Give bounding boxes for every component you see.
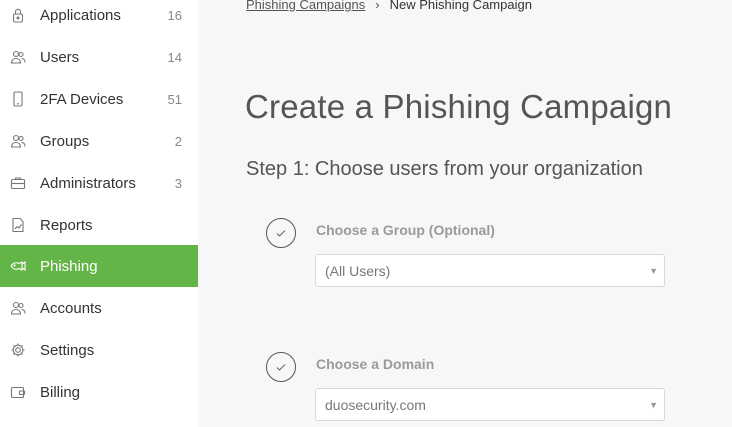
step-1-title: Step 1: Choose users from your organizat… [246, 158, 643, 180]
sidebar-item-accounts[interactable]: Accounts [0, 287, 198, 329]
sidebar-item-count: 16 [167, 7, 182, 23]
domain-select-value: duosecurity.com [325, 396, 426, 413]
phone-icon [10, 91, 26, 107]
group-field-label: Choose a Group (Optional) [316, 222, 495, 238]
sidebar-item-label: Groups [40, 132, 90, 150]
page-title: Create a Phishing Campaign [245, 88, 673, 125]
sidebar-item-label: Settings [40, 341, 95, 359]
sidebar-item-label: Users [40, 48, 80, 66]
report-icon [10, 217, 26, 233]
gear-icon [10, 342, 26, 358]
briefcase-icon [10, 175, 26, 191]
users-icon [10, 49, 26, 65]
breadcrumb: Phishing Campaigns › New Phishing Campai… [246, 0, 532, 12]
sidebar-item-users[interactable]: Users 14 [0, 36, 198, 78]
sidebar-item-settings[interactable]: Settings [0, 329, 198, 371]
sidebar-item-label: Phishing [40, 257, 98, 275]
sidebar-item-2fa-devices[interactable]: 2FA Devices 51 [0, 78, 198, 120]
sidebar: Applications 16 Users 14 2FA Devices 51 … [0, 0, 198, 427]
sidebar-item-label: Accounts [40, 299, 102, 317]
sidebar-item-billing[interactable]: Billing [0, 371, 198, 413]
sidebar-item-count: 3 [174, 175, 182, 191]
group-select[interactable]: (All Users) ▼ [315, 254, 665, 287]
sidebar-item-count: 14 [167, 49, 182, 65]
sidebar-item-label: Administrators [40, 174, 136, 192]
sidebar-item-administrators[interactable]: Administrators 3 [0, 162, 198, 204]
chevron-right-icon: › [375, 0, 380, 12]
breadcrumb-phishing-campaigns-link[interactable]: Phishing Campaigns [246, 0, 365, 12]
sidebar-item-label: Applications [40, 6, 121, 24]
sidebar-item-count: 2 [174, 133, 182, 149]
fish-icon [10, 258, 26, 274]
sidebar-item-label: Reports [40, 216, 93, 234]
domain-field-label: Choose a Domain [316, 356, 435, 372]
lock-icon [10, 7, 26, 23]
sidebar-item-groups[interactable]: Groups 2 [0, 120, 198, 162]
wallet-icon [10, 384, 26, 400]
sidebar-item-count: 51 [167, 91, 182, 107]
sidebar-item-label: 2FA Devices [40, 90, 124, 108]
main-content: Phishing Campaigns › New Phishing Campai… [198, 0, 732, 427]
sidebar-item-reports[interactable]: Reports [0, 204, 198, 246]
accounts-icon [10, 300, 26, 316]
sidebar-item-applications[interactable]: Applications 16 [0, 0, 198, 36]
domain-select[interactable]: duosecurity.com ▼ [315, 388, 665, 421]
breadcrumb-current: New Phishing Campaign [389, 0, 532, 12]
check-icon [266, 218, 296, 248]
sidebar-item-phishing[interactable]: Phishing [0, 245, 198, 287]
groups-icon [10, 133, 26, 149]
group-select-value: (All Users) [325, 262, 391, 279]
chevron-down-icon: ▼ [649, 399, 658, 410]
chevron-down-icon: ▼ [649, 265, 658, 276]
sidebar-item-label: Billing [40, 383, 81, 401]
check-icon [266, 352, 296, 382]
